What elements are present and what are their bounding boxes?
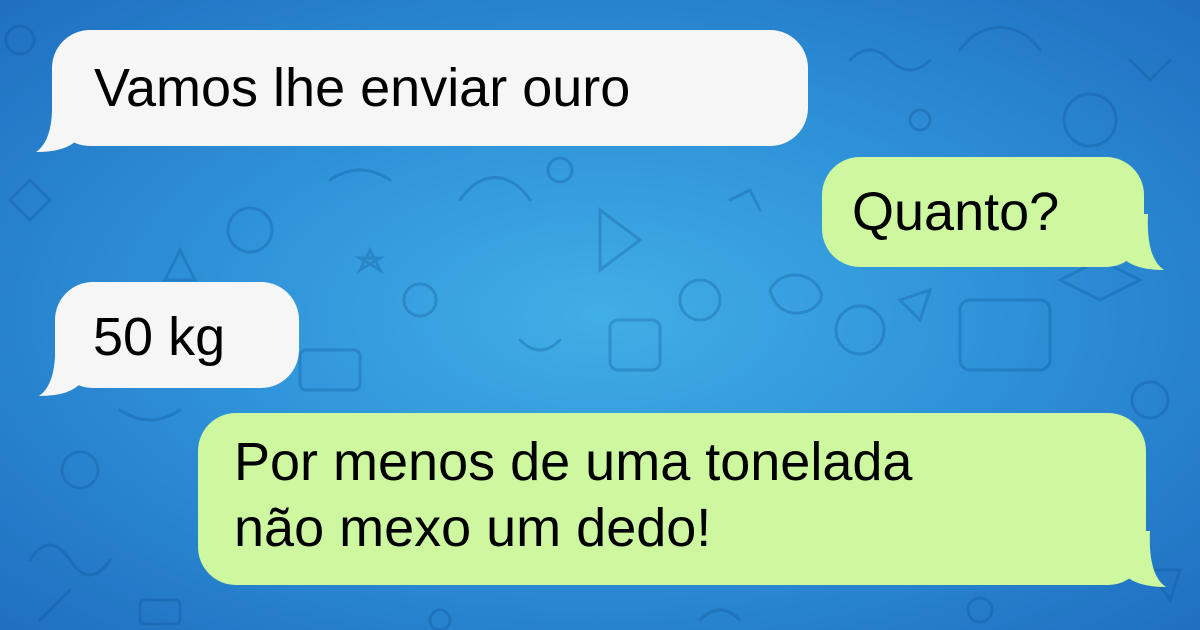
message-text: Quanto? xyxy=(852,182,1060,242)
bubble-tail-right xyxy=(1122,531,1166,587)
message-text: 50 kg xyxy=(93,307,226,367)
message-bubble-outgoing: Quanto? xyxy=(822,157,1144,267)
message-text-line: Por menos de uma tonelada xyxy=(234,432,913,492)
message-text: Vamos lhe enviar ouro xyxy=(94,58,631,118)
message-bubble-incoming: 50 kg xyxy=(55,282,299,388)
message-bubble-outgoing: Por menos de uma tonelada não mexo um de… xyxy=(198,413,1146,585)
bubble-tail-right xyxy=(1120,214,1164,270)
message-bubble-incoming: Vamos lhe enviar ouro xyxy=(52,30,808,146)
bubble-tail-left xyxy=(36,96,80,152)
message-text-line: não mexo um dedo! xyxy=(234,498,712,558)
bubble-tail-left xyxy=(39,340,83,396)
